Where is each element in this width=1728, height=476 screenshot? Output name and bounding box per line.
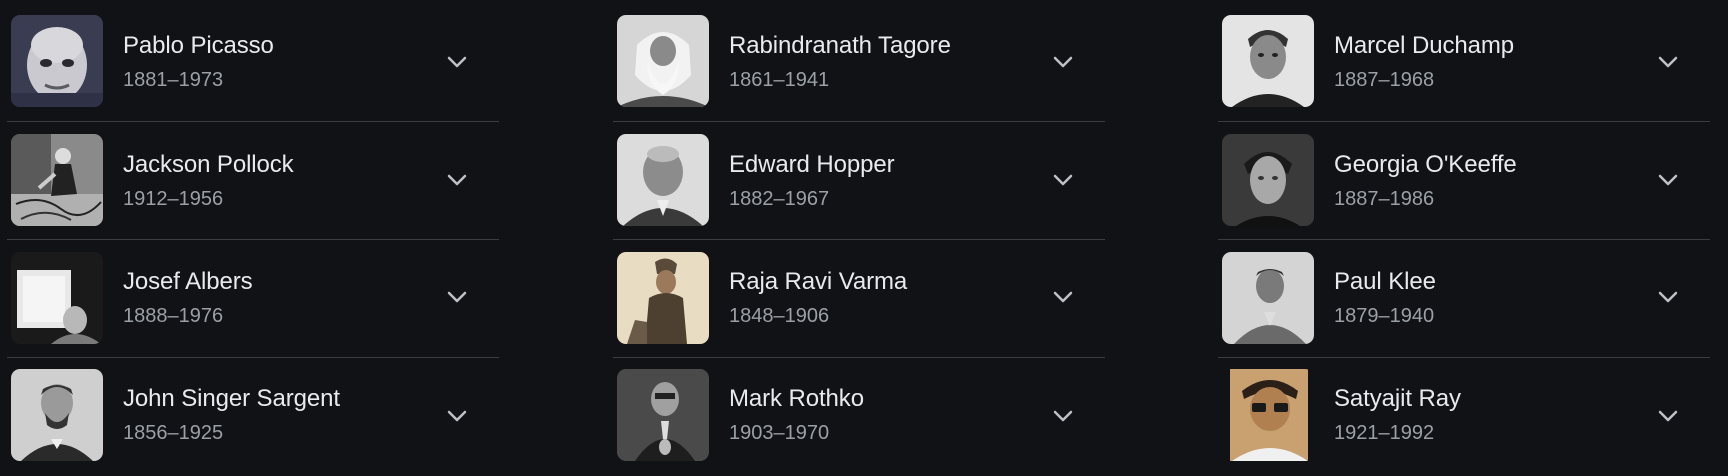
artist-photo <box>1222 369 1314 461</box>
artist-name: Raja Ravi Varma <box>729 268 908 295</box>
artist-years: 1887–1986 <box>1334 188 1435 210</box>
artist-item-paul-klee[interactable]: Paul Klee 1879–1940 <box>1218 240 1710 358</box>
artist-photo <box>617 369 709 461</box>
artist-name: Josef Albers <box>123 268 253 295</box>
artist-name: Mark Rothko <box>729 385 864 412</box>
artist-name: Rabindranath Tagore <box>729 32 951 59</box>
chevron-down-icon[interactable] <box>1047 400 1079 432</box>
chevron-down-icon[interactable] <box>1652 164 1684 196</box>
chevron-down-icon[interactable] <box>1652 281 1684 313</box>
artist-years: 1861–1941 <box>729 69 830 91</box>
artist-name: Marcel Duchamp <box>1334 32 1514 59</box>
artist-photo <box>617 252 709 344</box>
artist-item-josef-albers[interactable]: Josef Albers 1888–1976 <box>7 240 499 358</box>
artist-years: 1903–1970 <box>729 422 830 444</box>
artist-item-satyajit-ray[interactable]: Satyajit Ray 1921–1992 <box>1218 358 1710 476</box>
artist-years: 1921–1992 <box>1334 422 1435 444</box>
artist-years: 1879–1940 <box>1334 305 1435 327</box>
artist-name: Edward Hopper <box>729 151 895 178</box>
artist-item-john-singer-sargent[interactable]: John Singer Sargent 1856–1925 <box>7 358 499 476</box>
chevron-down-icon[interactable] <box>1047 46 1079 78</box>
artist-years: 1888–1976 <box>123 305 224 327</box>
artist-item-pablo-picasso[interactable]: Pablo Picasso 1881–1973 <box>7 4 499 122</box>
chevron-down-icon[interactable] <box>1652 400 1684 432</box>
artist-years: 1881–1973 <box>123 69 224 91</box>
artist-item-mark-rothko[interactable]: Mark Rothko 1903–1970 <box>613 358 1105 476</box>
artist-photo <box>617 134 709 226</box>
artist-item-edward-hopper[interactable]: Edward Hopper 1882–1967 <box>613 122 1105 240</box>
chevron-down-icon[interactable] <box>441 46 473 78</box>
artist-years: 1887–1968 <box>1334 69 1435 91</box>
artist-name: Jackson Pollock <box>123 151 294 178</box>
artist-name: Satyajit Ray <box>1334 385 1461 412</box>
artist-item-rabindranath-tagore[interactable]: Rabindranath Tagore 1861–1941 <box>613 4 1105 122</box>
artist-item-georgia-okeeffe[interactable]: Georgia O'Keeffe 1887–1986 <box>1218 122 1710 240</box>
artist-item-jackson-pollock[interactable]: Jackson Pollock 1912–1956 <box>7 122 499 240</box>
artist-photo <box>1222 15 1314 107</box>
chevron-down-icon[interactable] <box>441 400 473 432</box>
artist-name: Paul Klee <box>1334 268 1436 295</box>
artist-years: 1912–1956 <box>123 188 224 210</box>
artist-years: 1848–1906 <box>729 305 830 327</box>
artist-item-marcel-duchamp[interactable]: Marcel Duchamp 1887–1968 <box>1218 4 1710 122</box>
artist-photo <box>11 134 103 226</box>
chevron-down-icon[interactable] <box>1047 281 1079 313</box>
chevron-down-icon[interactable] <box>441 281 473 313</box>
artist-item-raja-ravi-varma[interactable]: Raja Ravi Varma 1848–1906 <box>613 240 1105 358</box>
chevron-down-icon[interactable] <box>1652 46 1684 78</box>
artist-list: Pablo Picasso 1881–1973 Jackson Pollock … <box>0 0 1728 476</box>
chevron-down-icon[interactable] <box>1047 164 1079 196</box>
chevron-down-icon[interactable] <box>441 164 473 196</box>
artist-years: 1882–1967 <box>729 188 830 210</box>
artist-name: John Singer Sargent <box>123 385 340 412</box>
artist-photo <box>1222 134 1314 226</box>
artist-photo <box>11 252 103 344</box>
artist-name: Georgia O'Keeffe <box>1334 151 1517 178</box>
artist-name: Pablo Picasso <box>123 32 274 59</box>
artist-photo <box>1222 252 1314 344</box>
artist-photo <box>11 369 103 461</box>
artist-photo <box>11 15 103 107</box>
artist-photo <box>617 15 709 107</box>
artist-years: 1856–1925 <box>123 422 224 444</box>
